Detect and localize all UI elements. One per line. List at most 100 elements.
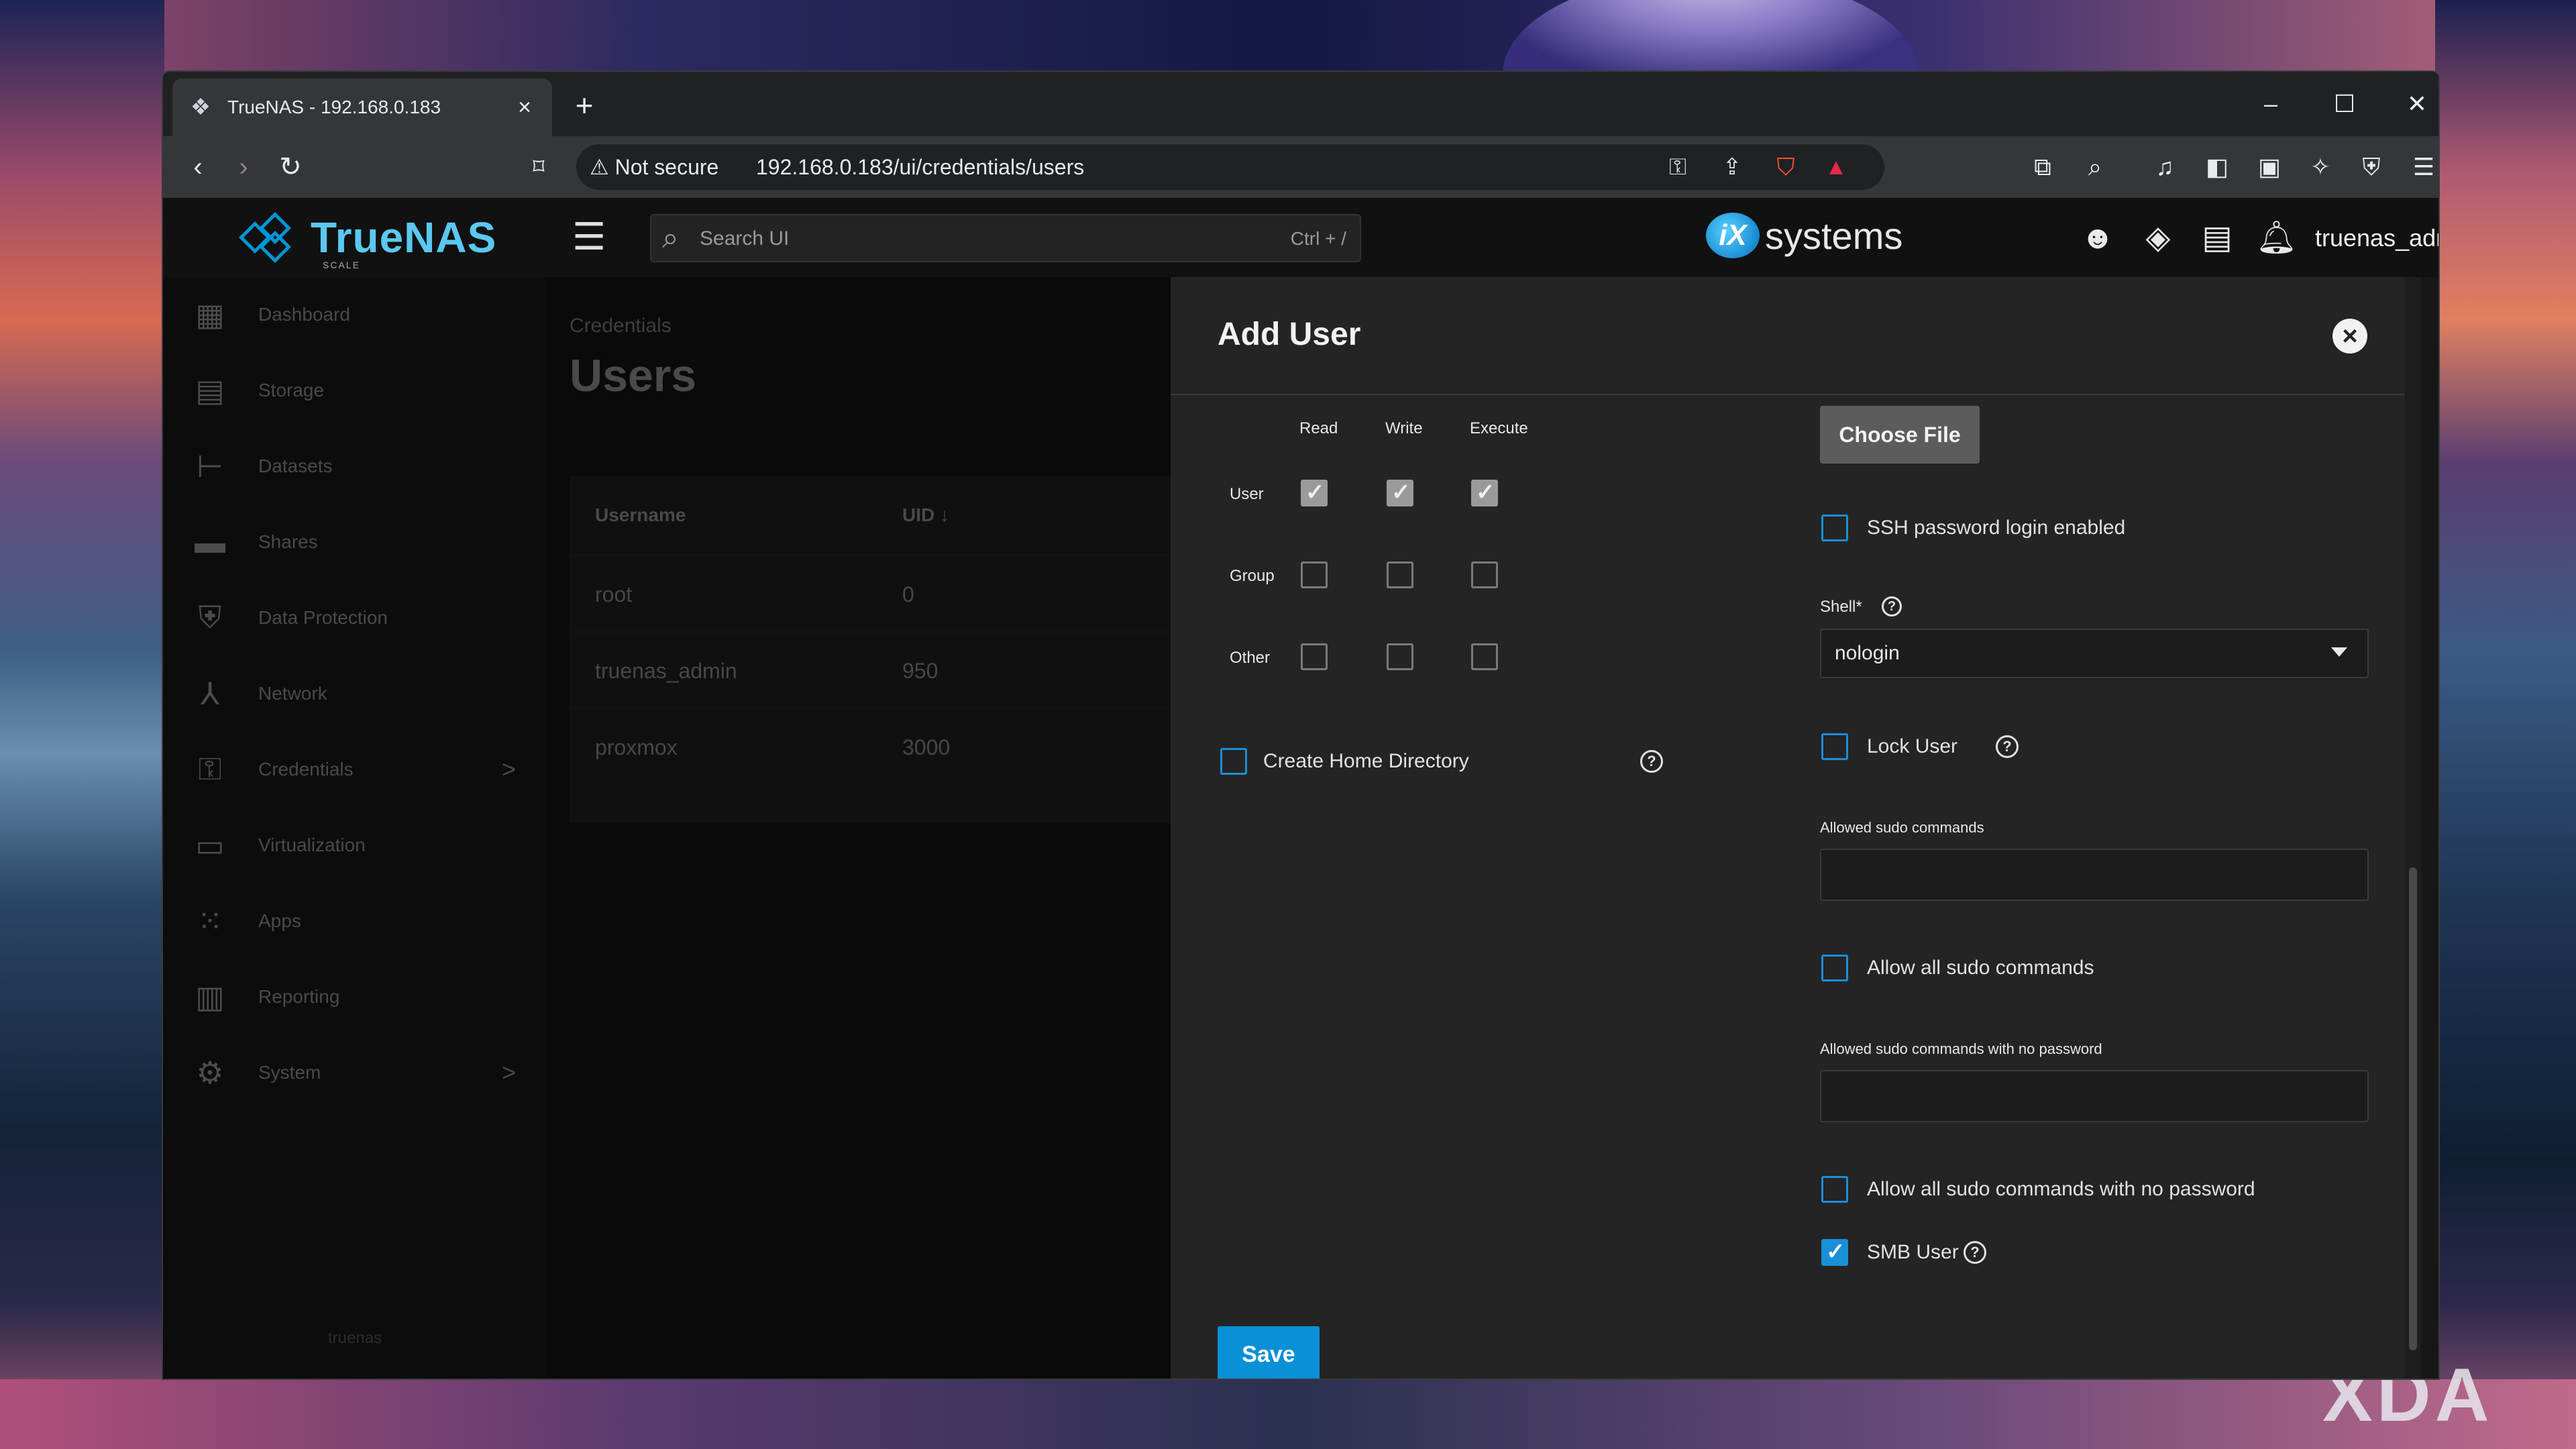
ixsystems-logo[interactable]: iX systems — [1706, 213, 1902, 258]
sidebar-item-system[interactable]: ⚙ System > — [163, 1035, 547, 1110]
truenas-logo[interactable]: TrueNAS SCALE — [237, 211, 496, 270]
extensions-icon[interactable]: ⧉ — [2023, 147, 2063, 187]
reload-icon[interactable]: ↻ — [270, 147, 311, 187]
search-input[interactable]: ⌕ Search UI Ctrl + / — [650, 214, 1361, 262]
column-header-uid[interactable]: UID ↓ — [902, 476, 949, 555]
minimize-icon[interactable]: – — [2244, 85, 2298, 123]
table-row[interactable]: root 0 — [570, 555, 1171, 631]
brave-shield-icon[interactable]: ⛉ — [1766, 147, 1806, 187]
perm-group-write-checkbox[interactable] — [1387, 561, 1413, 588]
shell-select[interactable]: nologin — [1820, 629, 2369, 678]
perm-group-execute-checkbox[interactable] — [1471, 561, 1498, 588]
table-row[interactable]: truenas_admin 950 — [570, 631, 1171, 708]
username-label[interactable]: truenas_admin — [2315, 218, 2438, 258]
panel-scrollbar[interactable] — [2405, 277, 2421, 1379]
help-icon[interactable]: ? — [1882, 596, 1902, 616]
close-tab-icon[interactable]: × — [513, 95, 536, 121]
notifications-bell-icon[interactable]: 🔔︎ — [2256, 218, 2297, 258]
help-icon[interactable]: ? — [1640, 750, 1663, 773]
leo-ai-icon[interactable]: ✧ — [2300, 147, 2341, 187]
truecommand-icon[interactable]: ◈ — [2138, 218, 2178, 258]
close-window-icon[interactable]: ✕ — [2390, 85, 2438, 123]
new-tab-button[interactable]: + — [566, 87, 603, 124]
hamburger-menu-icon[interactable]: ☰ — [572, 218, 606, 256]
search-placeholder: Search UI — [700, 227, 790, 250]
search-icon: ⌕ — [662, 221, 679, 254]
shell-select-value: nologin — [1835, 642, 1900, 664]
not-secure-label: Not secure — [614, 155, 719, 179]
datasets-icon: ⊢ — [196, 449, 224, 484]
sidebar-item-label: Shares — [258, 531, 318, 552]
scrollbar-thumb[interactable] — [2409, 867, 2417, 1350]
allow-all-sudo-checkbox[interactable] — [1821, 955, 1848, 981]
sidebar-item-storage[interactable]: ▤ Storage — [163, 353, 547, 428]
perm-other-execute-checkbox[interactable] — [1471, 643, 1498, 670]
sidebar-item-apps[interactable]: ⁙ Apps — [163, 883, 547, 959]
shell-label-text: Shell — [1820, 598, 1856, 616]
column-header-username[interactable]: Username — [595, 476, 686, 555]
menu-icon[interactable]: ☰ — [2404, 147, 2438, 187]
sidebar-item-datasets[interactable]: ⊢ Datasets — [163, 429, 547, 504]
url-text[interactable]: 192.168.0.183/ui/credentials/users — [756, 144, 1084, 190]
allow-all-nopasswd-checkbox[interactable] — [1821, 1176, 1848, 1203]
sidebar-item-network[interactable]: ⅄ Network — [163, 656, 547, 731]
allowed-sudo-commands-input[interactable] — [1820, 849, 2369, 901]
wallet-icon[interactable]: ▣ — [2249, 147, 2290, 187]
back-icon[interactable]: ‹ — [178, 147, 218, 187]
perm-user-execute-checkbox[interactable] — [1471, 479, 1498, 506]
cell-username: truenas_admin — [595, 659, 737, 683]
sidebar-item-dashboard[interactable]: ▦ Dashboard — [163, 277, 547, 352]
sidebar-item-virtualization[interactable]: ▭ Virtualization — [163, 808, 547, 883]
perm-user-read-checkbox[interactable] — [1301, 479, 1328, 506]
table-row[interactable]: proxmox 3000 — [570, 708, 1171, 784]
save-button[interactable]: Save — [1218, 1326, 1320, 1379]
key-icon[interactable]: ⚿ — [1658, 147, 1698, 187]
perm-user-write-checkbox[interactable] — [1387, 479, 1413, 506]
sidebar-item-credentials[interactable]: ⚿ Credentials > — [163, 732, 547, 807]
chevron-right-icon: > — [501, 1059, 516, 1086]
perm-other-read-checkbox[interactable] — [1301, 643, 1328, 670]
feedback-icon[interactable]: ☻ — [2078, 218, 2118, 258]
create-home-directory-label: Create Home Directory — [1263, 750, 1469, 772]
perm-other-write-checkbox[interactable] — [1387, 643, 1413, 670]
choose-file-button[interactable]: Choose File — [1820, 406, 1980, 464]
share-icon[interactable]: ⇪ — [1712, 147, 1752, 187]
close-panel-icon[interactable]: × — [2332, 319, 2367, 354]
users-page: Credentials Users Username UID ↓ root 0 … — [547, 277, 1171, 1379]
ssh-password-login-checkbox[interactable] — [1821, 515, 1848, 541]
sidebar-item-label: Network — [258, 683, 327, 704]
help-icon[interactable]: ? — [1964, 1241, 1986, 1264]
smb-user-checkbox[interactable] — [1821, 1238, 1848, 1266]
jobs-clipboard-icon[interactable]: ▤ — [2197, 218, 2237, 258]
address-bar[interactable]: ⚠ Not secure 192.168.0.183/ui/credential… — [576, 144, 1884, 190]
perm-col-write: Write — [1385, 419, 1423, 437]
browser-tab[interactable]: ❖ TrueNAS - 192.168.0.183 × — [172, 78, 552, 136]
lock-user-checkbox[interactable] — [1821, 733, 1848, 760]
not-secure-badge[interactable]: ⚠ Not secure — [590, 144, 718, 190]
create-home-directory-checkbox[interactable] — [1220, 748, 1247, 775]
perm-group-read-checkbox[interactable] — [1301, 561, 1328, 588]
breadcrumb[interactable]: Credentials — [570, 315, 672, 337]
sidebar-item-data-protection[interactable]: ⛨ Data Protection — [163, 580, 547, 655]
vpn-icon[interactable]: ⛨ — [2351, 147, 2392, 187]
sidebar-item-reporting[interactable]: ▥ Reporting — [163, 959, 547, 1034]
truenas-favicon-icon: ❖ — [190, 95, 211, 120]
page-search-icon[interactable]: ⌕ — [2075, 147, 2115, 187]
sidebar-item-shares[interactable]: ▬ Shares — [163, 504, 547, 580]
allowed-sudo-nopasswd-label: Allowed sudo commands with no password — [1820, 1040, 2102, 1057]
allowed-sudo-nopasswd-input[interactable] — [1820, 1070, 2369, 1122]
dashboard-icon: ▦ — [195, 297, 225, 332]
brave-rewards-icon[interactable]: ▲ — [1816, 147, 1856, 187]
truenas-mark-icon — [237, 211, 304, 264]
wallpaper-top — [0, 0, 2576, 72]
tab-strip: ❖ TrueNAS - 192.168.0.183 × + – ☐ ✕ — [163, 72, 2438, 136]
sidebar-item-label: Datasets — [258, 455, 333, 476]
sidebar-icon[interactable]: ◧ — [2197, 147, 2237, 187]
maximize-icon[interactable]: ☐ — [2318, 85, 2371, 123]
wallpaper-planet — [1503, 0, 1919, 74]
help-icon[interactable]: ? — [1996, 735, 2019, 758]
chevron-right-icon: > — [501, 755, 516, 783]
bookmark-icon[interactable]: ⌑ — [519, 147, 559, 187]
media-icon[interactable]: ♫ — [2145, 147, 2185, 187]
forward-icon[interactable]: › — [223, 147, 264, 187]
